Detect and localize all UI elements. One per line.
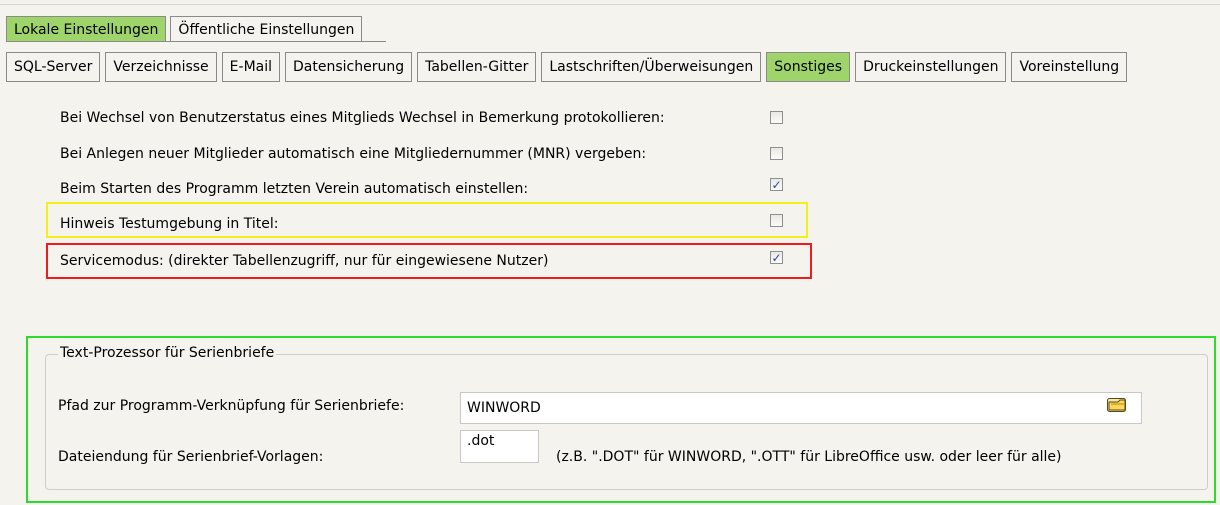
option-label: Beim Starten des Programm letzten Verein… xyxy=(60,181,529,197)
option-row: Beim Starten des Programm letzten Verein… xyxy=(60,178,528,200)
tab-voreinstellung[interactable]: Voreinstellung xyxy=(1011,52,1128,82)
tab-verzeichnisse[interactable]: Verzeichnisse xyxy=(105,52,217,82)
tab-label: Sonstiges xyxy=(774,59,843,75)
tab-datensicherung[interactable]: Datensicherung xyxy=(285,52,413,82)
tab-e-mail[interactable]: E-Mail xyxy=(221,52,281,82)
tab-druckeinstellungen[interactable]: Druckeinstellungen xyxy=(855,52,1007,82)
check-icon: ✓ xyxy=(771,177,782,192)
check-icon: ✓ xyxy=(771,250,782,265)
tab-lokale-einstellungen[interactable]: Lokale Einstellungen xyxy=(6,16,167,42)
file-extension-value: .dot xyxy=(467,433,495,449)
tab-label: Öffentliche Einstellungen xyxy=(178,21,355,38)
auto-mnr-checkbox[interactable] xyxy=(770,147,783,160)
tab-label: Lastschriften/Überweisungen xyxy=(549,59,754,75)
text-processor-group-title: Text-Prozessor für Serienbriefe xyxy=(58,345,277,361)
tab-sonstiges[interactable]: Sonstiges xyxy=(766,52,851,82)
tab-label: Lokale Einstellungen xyxy=(14,21,159,38)
tab-lastschriften-ueberweisungen[interactable]: Lastschriften/Überweisungen xyxy=(541,52,762,82)
option-label: Bei Wechsel von Benutzerstatus eines Mit… xyxy=(60,110,665,126)
option-label: Hinweis Testumgebung in Titel: xyxy=(60,216,279,232)
settings-scope-tabs: Lokale Einstellungen Öffentliche Einstel… xyxy=(6,14,366,42)
tab-label: Tabellen-Gitter xyxy=(425,59,529,75)
program-path-input[interactable]: WINWORD xyxy=(460,392,1142,424)
tab-oeffentliche-einstellungen[interactable]: Öffentliche Einstellungen xyxy=(170,16,363,42)
tab-label: Verzeichnisse xyxy=(113,59,209,75)
tab-tabellen-gitter[interactable]: Tabellen-Gitter xyxy=(417,52,537,82)
extension-hint: (z.B. ".DOT" für WINWORD, ".OTT" für Lib… xyxy=(556,449,1062,465)
tab-label: Voreinstellung xyxy=(1019,59,1120,75)
local-settings-tabs: SQL-Server Verzeichnisse E-Mail Datensic… xyxy=(6,52,1132,82)
browse-button[interactable] xyxy=(1104,394,1130,416)
option-row: Servicemodus: (direkter Tabellenzugriff,… xyxy=(60,250,548,272)
last-club-autoload-checkbox[interactable]: ✓ xyxy=(770,178,783,191)
ext-label: Dateiendung für Serienbrief-Vorlagen: xyxy=(58,449,324,465)
tab-label: E-Mail xyxy=(229,59,273,75)
program-path-value: WINWORD xyxy=(467,400,541,416)
tab-divider xyxy=(6,41,386,42)
option-label: Bei Anlegen neuer Mitglieder automatisch… xyxy=(60,146,647,162)
option-row: Bei Wechsel von Benutzerstatus eines Mit… xyxy=(60,107,665,129)
window-top-border xyxy=(0,4,1220,5)
tab-label: SQL-Server xyxy=(14,59,93,75)
path-label: Pfad zur Programm-Verknüpfung für Serien… xyxy=(58,398,405,414)
option-row: Hinweis Testumgebung in Titel: xyxy=(60,213,278,235)
protokoll-status-checkbox[interactable] xyxy=(770,111,783,124)
tab-sql-server[interactable]: SQL-Server xyxy=(6,52,101,82)
file-extension-input[interactable]: .dot xyxy=(460,430,539,463)
tab-label: Druckeinstellungen xyxy=(863,59,999,75)
option-label: Servicemodus: (direkter Tabellenzugriff,… xyxy=(60,253,549,269)
service-mode-checkbox[interactable]: ✓ xyxy=(770,251,783,264)
tab-label: Datensicherung xyxy=(293,59,405,75)
folder-open-icon xyxy=(1107,398,1126,412)
option-row: Bei Anlegen neuer Mitglieder automatisch… xyxy=(60,143,646,165)
test-env-hint-checkbox[interactable] xyxy=(770,214,783,227)
